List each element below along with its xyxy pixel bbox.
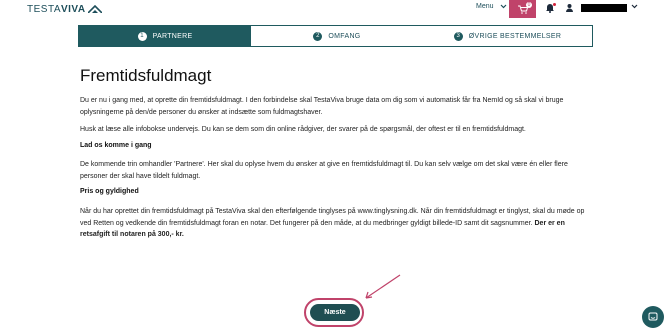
menu-button[interactable]: Menu — [476, 3, 507, 10]
price-text: Når du har oprettet din fremtidsfuldmagt… — [80, 208, 585, 227]
step-number: 1 — [137, 31, 147, 41]
user-icon[interactable] — [566, 4, 573, 12]
logo-text-viva: VIVA — [60, 3, 86, 15]
progress-steps: 1 PARTNERE 2 OMFANG 3 ØVRIGE BESTEMMELSE… — [78, 25, 593, 47]
section-heading-get-started: Lad os komme i gang — [80, 142, 152, 149]
step-omfang[interactable]: 2 OMFANG — [251, 26, 423, 46]
chevron-down-icon[interactable] — [631, 4, 638, 9]
step-label: OMFANG — [328, 32, 361, 40]
notification-dot — [553, 3, 556, 6]
top-header: TESTA VIVA Menu 0 — [0, 0, 670, 18]
redacted-user-name[interactable] — [581, 4, 627, 12]
chat-icon — [648, 312, 658, 321]
section-heading-price: Pris og gyldighed — [80, 188, 139, 195]
testaviva-logo[interactable]: TESTA VIVA — [27, 2, 102, 16]
step-number: 3 — [453, 31, 463, 41]
cart-button[interactable]: 0 — [509, 0, 536, 18]
page-title: Fremtidsfuldmagt — [80, 66, 212, 85]
step-ovrige-bestemmelser[interactable]: 3 ØVRIGE BESTEMMELSER — [423, 26, 592, 46]
step-label: PARTNERE — [152, 32, 193, 40]
next-button[interactable]: Næste — [310, 304, 360, 321]
logo-roof-icon — [87, 5, 102, 13]
step-partnere[interactable]: 1 PARTNERE — [79, 26, 251, 46]
logo-text-testa: TESTA — [27, 3, 61, 15]
step-label: ØVRIGE BESTEMMELSER — [468, 32, 562, 40]
get-started-paragraph: De kommende trin omhandler 'Partnere'. H… — [80, 161, 568, 180]
chat-button[interactable] — [642, 306, 664, 328]
menu-label: Menu — [476, 3, 494, 10]
cart-count-badge: 0 — [526, 2, 532, 8]
arrow-annotation-icon — [365, 274, 401, 299]
chevron-down-icon — [500, 4, 506, 9]
step-number: 2 — [313, 31, 323, 41]
price-paragraph: Når du har oprettet din fremtidsfuldmagt… — [80, 206, 595, 241]
help-paragraph: Husk at læse alle infobokse undervejs. D… — [80, 126, 526, 133]
intro-paragraph: Du er nu i gang med, at oprette din frem… — [80, 97, 564, 116]
